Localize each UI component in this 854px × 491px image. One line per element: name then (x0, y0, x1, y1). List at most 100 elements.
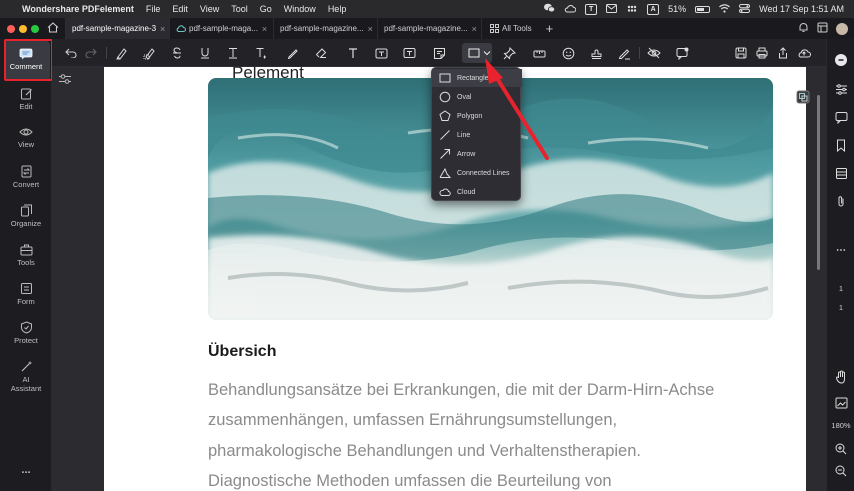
highlight-tool-button[interactable] (112, 44, 130, 62)
tab-all-tools[interactable]: All Tools (481, 18, 540, 39)
thumbnails-panel-button[interactable] (833, 165, 849, 181)
sidebar-item-tools[interactable]: Tools (0, 243, 52, 267)
zoom-in-button[interactable] (833, 441, 849, 457)
sidebar-item-view[interactable]: View (0, 126, 52, 149)
chevron-down-icon[interactable] (478, 44, 496, 62)
tab-document-2[interactable]: pdf-sample-maga... × (169, 18, 273, 39)
menu-view[interactable]: View (200, 4, 219, 14)
shape-option-rectangle[interactable]: Rectangle (432, 69, 522, 87)
menu-window[interactable]: Window (284, 4, 316, 14)
save-button[interactable] (732, 44, 750, 62)
control-center-icon[interactable] (739, 3, 751, 15)
more-panels-button[interactable]: ⋯ (833, 242, 849, 258)
text-status-icon[interactable]: T (585, 3, 598, 15)
sidebar-item-edit[interactable]: Edit (0, 87, 52, 111)
hide-comments-button[interactable] (645, 44, 663, 62)
tab-label: pdf-sample-magazine... (384, 24, 468, 33)
clock[interactable]: Wed 17 Sep 1:51 AM (759, 4, 844, 14)
zoom-out-icon (835, 465, 847, 477)
callout-button[interactable] (400, 44, 418, 62)
tab-document-1[interactable]: pdf-sample-magazine-3 × (65, 18, 169, 39)
comment-list-button[interactable] (673, 44, 691, 62)
notification-bell-icon[interactable] (798, 22, 809, 35)
share-button[interactable] (774, 44, 792, 62)
text-replace-button[interactable] (252, 44, 270, 62)
shape-option-cloud[interactable]: Cloud (432, 183, 522, 201)
zoom-level[interactable]: 180% (827, 421, 854, 430)
sticky-note-button[interactable] (430, 44, 448, 62)
template-icon[interactable] (817, 22, 828, 35)
current-page-number[interactable]: 1 (827, 284, 854, 293)
shape-option-polygon[interactable]: Polygon (432, 107, 522, 125)
shield-icon (20, 321, 32, 334)
ai-chat-button[interactable] (833, 52, 849, 68)
shape-option-connected-lines[interactable]: Connected Lines (432, 164, 522, 182)
sidebar-item-organize[interactable]: Organize (0, 204, 52, 228)
tab-document-3[interactable]: pdf-sample-magazine... × (273, 18, 377, 39)
sidebar-item-convert[interactable]: Convert (0, 165, 52, 189)
app-name-menu[interactable]: Wondershare PDFelement (22, 4, 134, 14)
dots-status-icon[interactable] (626, 4, 638, 15)
page-thumbnail-toggle[interactable] (796, 90, 812, 106)
tab-document-4[interactable]: pdf-sample-magazine... × (377, 18, 481, 39)
new-tab-button[interactable]: + (540, 21, 560, 36)
eraser-button[interactable] (312, 44, 330, 62)
sticker-button[interactable] (559, 44, 577, 62)
home-icon[interactable] (47, 22, 59, 35)
sidebar-item-protect[interactable]: Protect (0, 321, 52, 345)
close-tab-icon[interactable]: × (262, 24, 267, 34)
close-tab-icon[interactable]: × (368, 24, 373, 34)
zoom-window-button[interactable] (31, 24, 39, 33)
cloud-upload-button[interactable] (795, 44, 813, 62)
shape-option-line[interactable]: Line (432, 126, 522, 144)
eraser-icon (315, 48, 327, 58)
vertical-scrollbar[interactable] (817, 95, 820, 270)
text-insert-button[interactable] (224, 44, 242, 62)
wifi-icon[interactable] (719, 3, 731, 15)
text-box-button[interactable] (372, 44, 390, 62)
close-tab-icon[interactable]: × (160, 24, 165, 34)
strikethrough-button[interactable] (168, 44, 186, 62)
user-avatar[interactable] (836, 22, 848, 35)
typewriter-button[interactable] (344, 44, 362, 62)
shape-option-arrow[interactable]: Arrow (432, 145, 522, 163)
properties-button[interactable] (833, 81, 849, 97)
input-source-icon[interactable]: A (647, 3, 660, 15)
menu-file[interactable]: File (146, 4, 161, 14)
menu-edit[interactable]: Edit (172, 4, 188, 14)
underline-button[interactable] (196, 44, 214, 62)
sidebar-item-ai-assistant[interactable]: AI Assistant (0, 360, 52, 393)
hand-tool-button[interactable] (833, 369, 849, 385)
stamp-pin-button[interactable] (500, 44, 518, 62)
fit-page-button[interactable] (833, 395, 849, 411)
line-icon (440, 130, 450, 140)
thumbnail-icon (796, 90, 810, 104)
print-button[interactable] (753, 44, 771, 62)
bookmarks-button[interactable] (833, 137, 849, 153)
signature-button[interactable] (615, 44, 633, 62)
redo-button[interactable] (82, 44, 100, 62)
menu-help[interactable]: Help (328, 4, 347, 14)
zoom-out-button[interactable] (833, 463, 849, 479)
undo-icon (65, 48, 77, 58)
measure-button[interactable] (530, 44, 548, 62)
battery-icon[interactable] (695, 5, 711, 13)
stamp-button[interactable] (587, 44, 605, 62)
more-options-button[interactable]: ... (0, 464, 52, 476)
mail-status-icon[interactable] (606, 3, 618, 15)
sidebar-item-form[interactable]: Form (0, 282, 52, 306)
close-window-button[interactable] (7, 24, 15, 33)
attachments-button[interactable] (833, 193, 849, 209)
minimize-window-button[interactable] (19, 24, 27, 33)
close-tab-icon[interactable]: × (472, 24, 477, 34)
menu-go[interactable]: Go (260, 4, 272, 14)
comments-panel-button[interactable] (833, 109, 849, 125)
pencil-button[interactable] (284, 44, 302, 62)
wechat-status-icon[interactable] (544, 3, 556, 15)
undo-button[interactable] (62, 44, 80, 62)
filter-sliders-icon[interactable] (58, 72, 74, 88)
menu-tool[interactable]: Tool (231, 4, 248, 14)
shape-option-oval[interactable]: Oval (432, 88, 522, 106)
cloud-status-icon[interactable] (564, 4, 577, 15)
area-highlight-button[interactable] (140, 44, 158, 62)
